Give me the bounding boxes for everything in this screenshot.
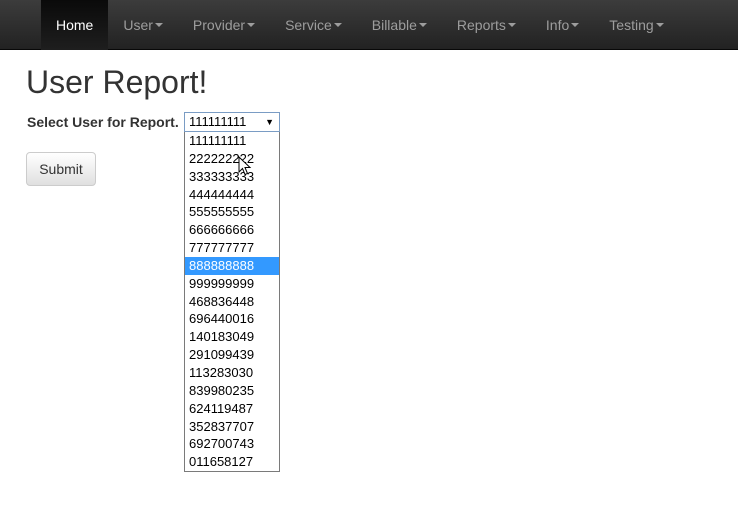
nav-item-reports[interactable]: Reports bbox=[442, 0, 531, 50]
dropdown-option[interactable]: 696440016 bbox=[185, 310, 279, 328]
mouse-cursor-icon bbox=[238, 156, 252, 176]
dropdown-option[interactable]: 999999999 bbox=[185, 275, 279, 293]
dropdown-option[interactable]: 291099439 bbox=[185, 346, 279, 364]
user-select-value: 111111111 bbox=[189, 114, 247, 129]
user-select-dropdown: 111111111 222222222 333333333 444444444 5555… bbox=[184, 132, 280, 472]
dropdown-option[interactable]: 011658127 bbox=[185, 453, 279, 471]
user-select[interactable]: 111111111 ▼ bbox=[184, 112, 280, 132]
dropdown-option[interactable]: 333333333 bbox=[185, 168, 279, 186]
nav-item-label: User bbox=[123, 17, 153, 33]
dropdown-option[interactable]: 777777777 bbox=[185, 239, 279, 257]
dropdown-option[interactable]: 468836448 bbox=[185, 293, 279, 311]
caret-down-icon bbox=[247, 23, 256, 27]
dropdown-option[interactable]: 692700743 bbox=[185, 435, 279, 453]
caret-down-icon bbox=[418, 23, 427, 27]
nav-item-billable[interactable]: Billable bbox=[357, 0, 442, 50]
dropdown-option[interactable]: 111111111 bbox=[185, 132, 279, 150]
page-title: User Report! bbox=[26, 64, 208, 100]
caret-down-icon bbox=[154, 23, 163, 27]
dropdown-option[interactable]: 624119487 bbox=[185, 400, 279, 418]
submit-button[interactable]: Submit bbox=[26, 152, 96, 186]
nav-item-service[interactable]: Service bbox=[270, 0, 357, 50]
nav-item-label: Reports bbox=[456, 17, 506, 33]
dropdown-option[interactable]: 444444444 bbox=[185, 186, 279, 204]
dropdown-option[interactable]: 839980235 bbox=[185, 382, 279, 400]
nav-item-info[interactable]: Info bbox=[531, 0, 594, 50]
nav-item-label: Info bbox=[545, 17, 570, 33]
nav-item-user[interactable]: User bbox=[108, 0, 178, 50]
select-user-label: Select User for Report. bbox=[27, 114, 179, 130]
nav-item-label: Testing bbox=[609, 17, 654, 33]
dropdown-option[interactable]: 555555555 bbox=[185, 203, 279, 221]
caret-down-icon bbox=[333, 23, 342, 27]
nav-menu: Home User Provider Service Billable Repo… bbox=[41, 0, 679, 50]
nav-item-label: Billable bbox=[371, 17, 417, 33]
caret-down-icon bbox=[655, 23, 664, 27]
nav-item-testing[interactable]: Testing bbox=[594, 0, 678, 50]
caret-down-icon bbox=[571, 23, 580, 27]
dropdown-option[interactable]: 222222222 bbox=[185, 150, 279, 168]
dropdown-arrow-icon: ▼ bbox=[265, 117, 274, 127]
dropdown-option[interactable]: 666666666 bbox=[185, 221, 279, 239]
nav-item-label: Home bbox=[56, 17, 94, 33]
top-navbar: Home User Provider Service Billable Repo… bbox=[0, 0, 738, 50]
dropdown-option[interactable]: 113283030 bbox=[185, 364, 279, 382]
dropdown-option[interactable]: 352837707 bbox=[185, 418, 279, 436]
caret-down-icon bbox=[507, 23, 516, 27]
nav-item-home[interactable]: Home bbox=[41, 0, 109, 50]
nav-item-label: Provider bbox=[192, 17, 246, 33]
nav-item-label: Service bbox=[285, 17, 332, 33]
dropdown-option[interactable]: 888888888 bbox=[185, 256, 279, 275]
nav-item-provider[interactable]: Provider bbox=[178, 0, 270, 50]
dropdown-option[interactable]: 140183049 bbox=[185, 328, 279, 346]
